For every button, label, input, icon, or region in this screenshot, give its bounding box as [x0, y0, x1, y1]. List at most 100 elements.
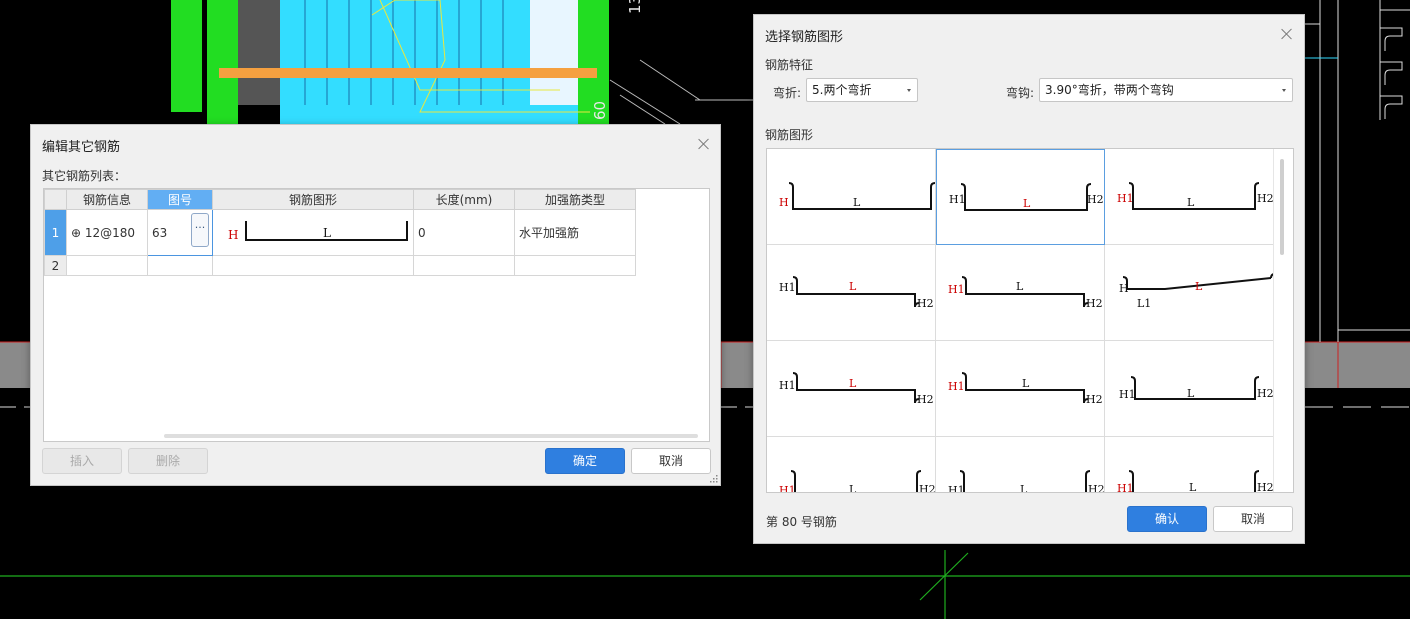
- shape-label-left: H: [779, 196, 789, 209]
- rebar-shape-label: 钢筋图形: [765, 128, 814, 142]
- shape-label-left: H1: [779, 281, 796, 294]
- figure-number-value[interactable]: 63: [152, 226, 167, 240]
- cancel-button[interactable]: 取消: [1213, 506, 1293, 532]
- scrollbar-thumb[interactable]: [1280, 159, 1284, 255]
- column-header[interactable]: 加强筋类型: [514, 189, 636, 210]
- shape-label-left: H1: [779, 484, 796, 493]
- shape-label-right: H2: [917, 297, 934, 310]
- rebar-shape-option[interactable]: H1 L H2: [767, 437, 936, 493]
- rebar-shape-option[interactable]: H1 L H2: [767, 341, 936, 437]
- rebar-shape-drawing: H1 L H2: [1119, 376, 1274, 401]
- shape-label-right: H2: [1257, 387, 1274, 400]
- shape-label-right: H2: [917, 393, 934, 406]
- rebar-shape-option[interactable]: H1 L H2: [936, 437, 1105, 493]
- rebar-shape-drawing: H1 L H2: [779, 276, 934, 310]
- rebar-features-label: 钢筋特征: [765, 58, 814, 72]
- rebar-info-cell[interactable]: ⊕ 12@180: [66, 209, 148, 256]
- rebar-shape-option[interactable]: H L L1: [1105, 245, 1274, 341]
- length-cell[interactable]: [413, 255, 515, 276]
- shape-label-left: H1: [948, 484, 965, 493]
- shape-label-length: L: [1195, 280, 1203, 293]
- confirm-button[interactable]: 确认: [1127, 506, 1207, 532]
- column-header[interactable]: 钢筋信息: [66, 189, 148, 210]
- close-icon[interactable]: [1279, 26, 1295, 42]
- shape-label-left: H1: [779, 379, 796, 392]
- cancel-button[interactable]: 取消: [631, 448, 711, 474]
- rebar-shape-drawing: H1 L H2: [949, 183, 1104, 211]
- rebar-shape-option[interactable]: H1 L H2: [1105, 149, 1274, 245]
- shape-label-right: H2: [1086, 393, 1103, 406]
- horizontal-scrollbar[interactable]: [164, 434, 698, 438]
- dialog-title: 编辑其它钢筋: [42, 140, 121, 155]
- shape-label-length: L: [1187, 196, 1195, 209]
- rebar-shape-drawing: H1 L H2: [779, 372, 934, 406]
- chevron-down-icon: [907, 89, 911, 92]
- rebar-shape-gallery: H1 L H2 H1 L H2 H1 L H2 H1 L H2 H1 L H2 H1 L H2 H L L1 H1 L H2 H…: [766, 148, 1294, 493]
- shape-label-h: H: [228, 228, 238, 242]
- ok-button[interactable]: 确定: [545, 448, 625, 474]
- bend-select-value: 5.两个弯折: [812, 83, 872, 97]
- shape-label-length: L: [853, 196, 861, 209]
- rebar-info-cell[interactable]: [66, 255, 148, 276]
- row-number[interactable]: 1: [44, 209, 67, 256]
- table-row[interactable]: 1 ⊕ 12@180 63 ··· H L 0 水平加强筋: [44, 209, 636, 256]
- hook-select-value: 3.90°弯折，带两个弯钩: [1045, 83, 1174, 97]
- row-number[interactable]: 2: [44, 255, 67, 276]
- insert-button[interactable]: 插入: [42, 448, 122, 474]
- column-header[interactable]: 钢筋图形: [212, 189, 414, 210]
- rebar-shape-option[interactable]: H1 L H2: [936, 149, 1105, 245]
- shape-label-length: L: [849, 483, 857, 493]
- shape-label-right: H2: [1087, 193, 1104, 206]
- shape-label-length: L: [1187, 387, 1195, 400]
- column-header[interactable]: 图号: [147, 189, 213, 210]
- chevron-down-icon: [1282, 89, 1286, 92]
- rebar-shape-drawing: HL: [779, 182, 936, 210]
- reinforcement-type-cell[interactable]: 水平加强筋: [514, 209, 636, 256]
- shape-label-length: L: [1189, 481, 1197, 493]
- shape-label-left: H1: [948, 283, 965, 296]
- rebar-shape-option[interactable]: H1 L H2: [936, 245, 1105, 341]
- dialog-title: 选择钢筋图形: [765, 30, 844, 45]
- close-icon[interactable]: [696, 136, 712, 152]
- rebar-shape-option[interactable]: H1 L H2: [1105, 437, 1274, 493]
- reinforcement-type-cell[interactable]: [514, 255, 636, 276]
- shape-label-length: L: [1022, 377, 1030, 390]
- rebar-shape-drawing: H1 L H2: [1117, 470, 1274, 493]
- rebar-shape-option[interactable]: H1 L H2: [936, 341, 1105, 437]
- rebar-shape-option[interactable]: H1 L H2: [767, 245, 936, 341]
- figure-number-cell[interactable]: [147, 255, 213, 276]
- hook-select[interactable]: 3.90°弯折，带两个弯钩: [1039, 78, 1293, 102]
- shape-label-right: L1: [1137, 297, 1151, 310]
- figure-number-cell[interactable]: 63 ···: [147, 209, 213, 256]
- rebar-shape-cell[interactable]: [212, 255, 414, 276]
- rebar-shape-drawing: H1 L H2: [948, 470, 1105, 493]
- hook-label: 弯钩:: [1006, 86, 1035, 100]
- rebar-shape-cell[interactable]: H L: [212, 209, 414, 256]
- edit-other-rebar-dialog: 编辑其它钢筋 其它钢筋列表： 钢筋信息 图号 钢筋图形 长度(mm) 加强筋类型…: [30, 124, 721, 486]
- browse-shape-button[interactable]: ···: [191, 213, 209, 247]
- shape-label-length: L: [1020, 483, 1028, 493]
- rebar-shape-option[interactable]: HL: [767, 149, 936, 245]
- length-cell[interactable]: 0: [413, 209, 515, 256]
- rebar-shape-drawing: H1 L H2: [1117, 182, 1274, 210]
- shape-label-length: L: [1023, 197, 1031, 210]
- bend-select[interactable]: 5.两个弯折: [806, 78, 918, 102]
- resize-grip-icon[interactable]: [710, 475, 718, 483]
- shape-label-left: H1: [1117, 482, 1134, 493]
- shape-label-right: H2: [1088, 483, 1105, 493]
- cad-dimension-label-side: 60: [591, 100, 609, 120]
- bend-label: 弯折:: [773, 86, 802, 100]
- rebar-shape-option[interactable]: H1 L H2: [1105, 341, 1274, 437]
- table-row[interactable]: 2: [44, 255, 636, 276]
- delete-button[interactable]: 删除: [128, 448, 208, 474]
- shape-label-right: H2: [1257, 192, 1274, 205]
- shape-label-left: H1: [948, 380, 965, 393]
- shape-label-length: L: [1016, 280, 1024, 293]
- column-header[interactable]: 长度(mm): [413, 189, 515, 210]
- shape-label-length: L: [849, 280, 857, 293]
- shape-label-length: L: [849, 377, 857, 390]
- shape-label-left: H: [1119, 282, 1129, 295]
- vertical-scrollbar[interactable]: [1273, 149, 1293, 492]
- status-text: 第 80 号钢筋: [766, 515, 837, 529]
- rebar-shape-drawing: H1 L H2: [948, 372, 1103, 406]
